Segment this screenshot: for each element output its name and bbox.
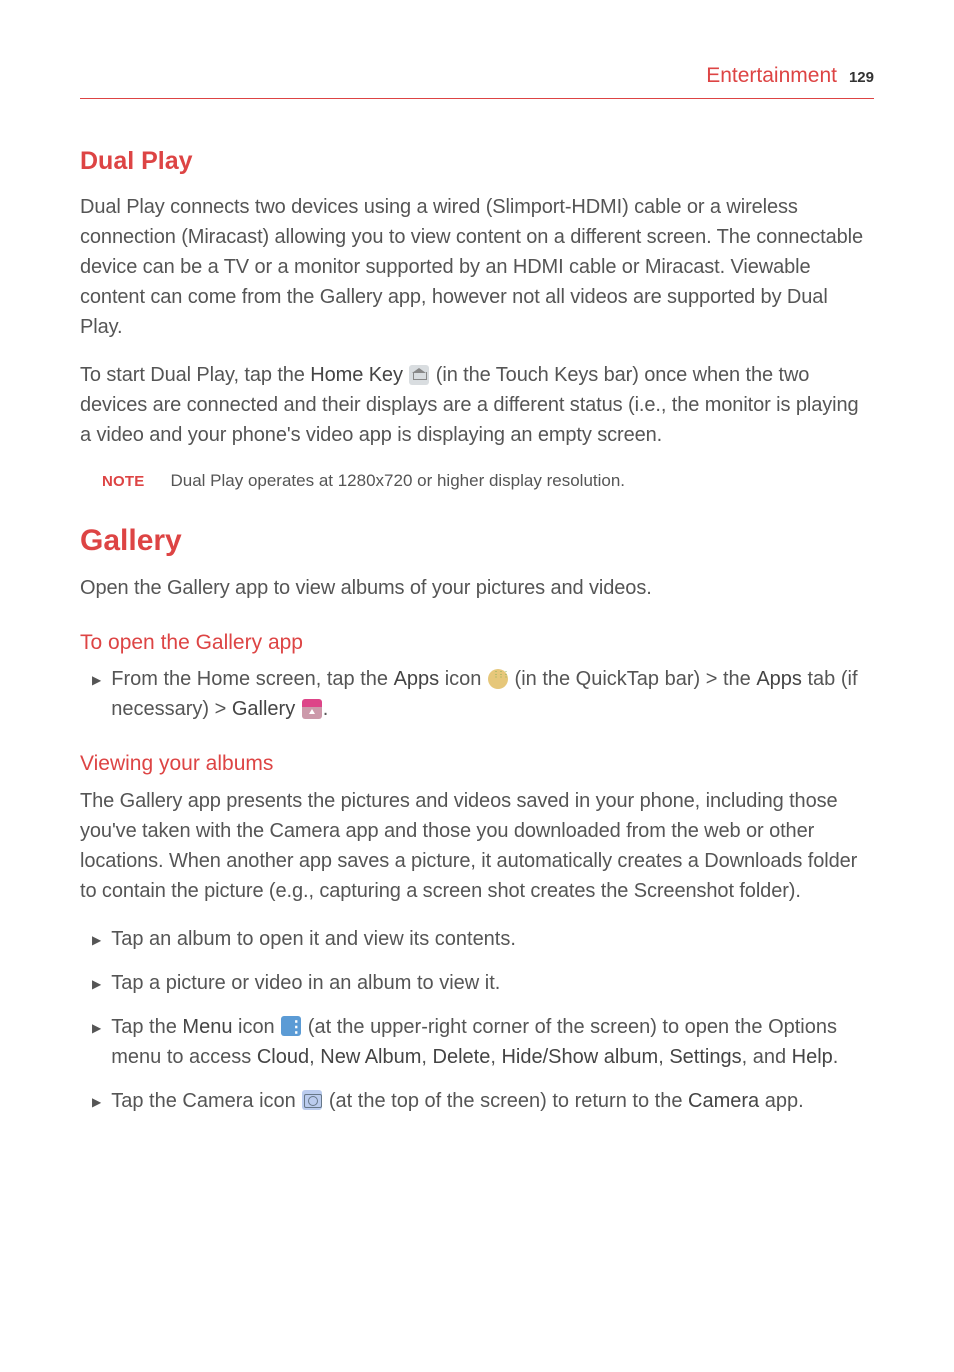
list-item: ▶ Tap the Camera icon (at the top of the… — [80, 1086, 874, 1116]
menu-label: Menu — [182, 1016, 232, 1038]
gallery-intro: Open the Gallery app to view albums of y… — [80, 573, 874, 603]
text-fragment: , — [490, 1046, 501, 1068]
note-text: Dual Play operates at 1280x720 or higher… — [170, 468, 625, 494]
list-item: ▶ Tap a picture or video in an album to … — [80, 968, 874, 998]
new-album-label: New Album — [320, 1046, 421, 1068]
list-item: ▶ Tap the Menu icon (at the upper-right … — [80, 1012, 874, 1072]
open-gallery-heading: To open the Gallery app — [80, 627, 874, 659]
dual-play-instructions: To start Dual Play, tap the Home Key (in… — [80, 360, 874, 450]
apps-tab-label: Apps — [756, 668, 802, 690]
dual-play-description: Dual Play connects two devices using a w… — [80, 192, 874, 342]
dual-play-heading: Dual Play — [80, 143, 874, 181]
gallery-icon — [302, 699, 322, 719]
page-header: Entertainment 129 — [80, 60, 874, 99]
home-key-label: Home Key — [310, 364, 403, 386]
camera-icon — [302, 1090, 322, 1110]
header-section-title: Entertainment — [706, 60, 837, 92]
list-item-content: Tap an album to open it and view its con… — [111, 924, 874, 954]
bullet-marker-icon: ▶ — [92, 931, 101, 949]
list-item-content: Tap the Menu icon (at the upper-right co… — [111, 1012, 874, 1072]
text-fragment: app. — [759, 1090, 803, 1112]
text-fragment: Tap the — [111, 1016, 182, 1038]
list-item-content: Tap a picture or video in an album to vi… — [111, 968, 874, 998]
help-label: Help — [792, 1046, 833, 1068]
list-item-content: Tap the Camera icon (at the top of the s… — [111, 1086, 874, 1116]
home-key-icon — [409, 365, 429, 385]
text-fragment: Tap the Camera icon — [111, 1090, 301, 1112]
apps-label: Apps — [394, 668, 440, 690]
text-fragment: . — [833, 1046, 839, 1068]
text-fragment: . — [323, 698, 329, 720]
bullet-marker-icon: ▶ — [92, 671, 101, 689]
gallery-heading: Gallery — [80, 518, 874, 563]
list-item: ▶ From the Home screen, tap the Apps ico… — [80, 664, 874, 724]
viewing-albums-heading: Viewing your albums — [80, 748, 874, 780]
delete-label: Delete — [433, 1046, 491, 1068]
bullet-marker-icon: ▶ — [92, 975, 101, 993]
page-number: 129 — [849, 67, 874, 90]
text-fragment: (in the QuickTap bar) > the — [509, 668, 756, 690]
hide-show-label: Hide/Show album — [501, 1046, 658, 1068]
text-fragment: (at the top of the screen) to return to … — [323, 1090, 688, 1112]
bullet-marker-icon: ▶ — [92, 1019, 101, 1037]
note-label: NOTE — [102, 471, 144, 494]
camera-app-label: Camera — [688, 1090, 759, 1112]
viewing-albums-description: The Gallery app presents the pictures an… — [80, 786, 874, 906]
text-fragment: icon — [232, 1016, 280, 1038]
bullet-marker-icon: ▶ — [92, 1093, 101, 1111]
settings-label: Settings — [669, 1046, 741, 1068]
list-item: ▶ Tap an album to open it and view its c… — [80, 924, 874, 954]
text-fragment: icon — [439, 668, 487, 690]
text-fragment: From the Home screen, tap the — [111, 668, 393, 690]
list-item-content: From the Home screen, tap the Apps icon … — [111, 664, 874, 724]
apps-icon — [488, 669, 508, 689]
gallery-label: Gallery — [232, 698, 295, 720]
text-fragment: , — [421, 1046, 432, 1068]
text-fragment: , — [309, 1046, 320, 1068]
note-row: NOTE Dual Play operates at 1280x720 or h… — [80, 468, 874, 494]
text-fragment: To start Dual Play, tap the — [80, 364, 310, 386]
text-fragment: , and — [742, 1046, 792, 1068]
menu-icon — [281, 1016, 301, 1036]
text-fragment: , — [658, 1046, 669, 1068]
cloud-label: Cloud — [257, 1046, 309, 1068]
